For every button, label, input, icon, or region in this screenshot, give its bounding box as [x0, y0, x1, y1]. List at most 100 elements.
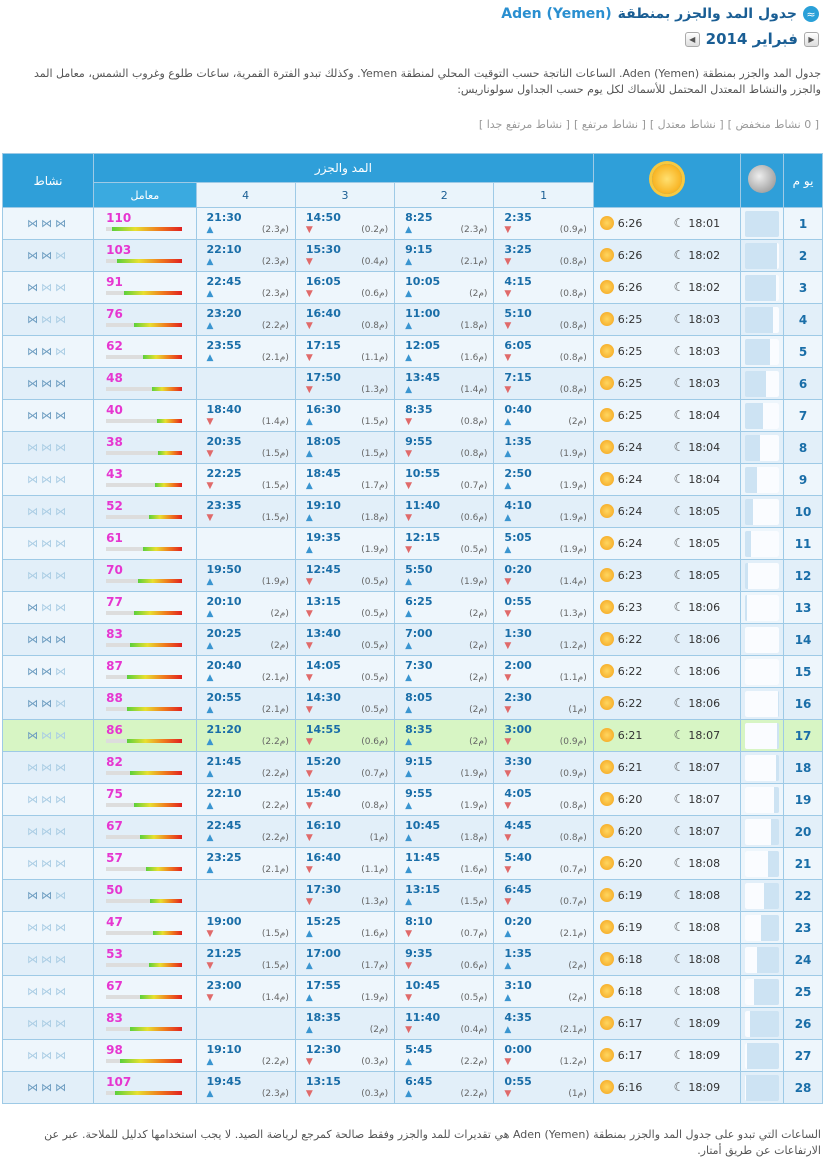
- fish-icon: ⋈: [27, 889, 42, 902]
- sun-times: 6:26 ☾ 18:02: [592, 271, 742, 304]
- fish-icon: ⋈: [27, 825, 42, 838]
- tide-height: (0.9م): [559, 225, 587, 235]
- low-tide-icon: ▼: [405, 1025, 413, 1035]
- tide-cell: 23:35 ▼ (1.5م): [195, 495, 296, 528]
- fish-icon: ⋈: [27, 1081, 42, 1094]
- high-tide-icon: ▲: [405, 577, 413, 587]
- tide-cell: 3:00 ▼ (0.9م): [493, 719, 594, 752]
- high-tide-icon: ▲: [305, 929, 313, 939]
- tide-height: (2.2م): [261, 321, 289, 331]
- sunrise-time: 6:25: [617, 344, 643, 358]
- tide-cell: 17:15 ▼ (1.1م): [294, 335, 396, 368]
- fish-icon: ⋈: [27, 377, 42, 390]
- moon-phase-cell: [740, 687, 785, 720]
- month-nav: ▶ فبراير 2014 ◀: [684, 30, 819, 48]
- low-tide-icon: ▼: [405, 545, 413, 555]
- tide-time: 23:55: [206, 339, 242, 352]
- coef-cell: 86: [93, 719, 197, 752]
- activity-cell: ⋈⋈⋈: [1, 1007, 95, 1040]
- sunset-time: 18:08: [688, 920, 721, 934]
- coef-cell: 61: [93, 527, 197, 560]
- coef-bar: [106, 771, 183, 775]
- table-row: 3 6:26 ☾ 18:02 4:15 ▼ (0.8م) 10:05 ▲ (2م)…: [1, 271, 823, 304]
- low-tide-icon: ▼: [504, 833, 512, 843]
- sunrise: 6:26: [599, 248, 642, 262]
- fish-icon: ⋈: [55, 761, 70, 774]
- tide-time: 8:35: [405, 403, 433, 416]
- coef-value: 75: [106, 787, 123, 801]
- sun-times: 6:24 ☾ 18:04: [592, 431, 742, 464]
- moon-phase-icon: [745, 658, 780, 685]
- tide-cell: 14:55 ▼ (0.6م): [294, 719, 396, 752]
- fish-icon: ⋈: [27, 857, 42, 870]
- tide-height: (1.1م): [361, 353, 389, 363]
- high-tide-icon: ▲: [206, 321, 214, 331]
- next-month-button[interactable]: ▶: [804, 31, 819, 47]
- tide-cell: 19:45 ▲ (2.3م): [195, 1071, 296, 1104]
- low-tide-icon: ▼: [206, 961, 214, 971]
- tide-height: (1.7م): [361, 961, 389, 971]
- sunset-time: 18:08: [688, 888, 721, 902]
- fish-icon: ⋈: [55, 505, 70, 518]
- tide-time: 18:45: [305, 467, 341, 480]
- coef-cell: 53: [93, 943, 197, 976]
- moon-icon: ☾: [673, 440, 685, 454]
- moon-phase-cell: [740, 1007, 785, 1040]
- tide-height: (1.9م): [460, 577, 488, 587]
- tide-cell: 1:35 ▲ (2م): [493, 943, 594, 976]
- tide-time: 21:45: [206, 755, 242, 768]
- high-tide-icon: ▲: [206, 225, 214, 235]
- moon-phase-cell: [740, 879, 785, 912]
- moon-phase-icon: [745, 978, 780, 1005]
- sunset: ☾ 18:06: [674, 632, 720, 646]
- high-tide-icon: ▲: [206, 769, 214, 779]
- moon-icon: ☾: [673, 600, 685, 614]
- tide-time: 7:30: [405, 659, 433, 672]
- tide-cell: 13:40 ▼ (0.5م): [294, 623, 396, 656]
- tide-height: (1.9م): [361, 993, 389, 1003]
- table-row: 25 6:18 ☾ 18:08 3:10 ▲ (2م) 10:45 ▼ (0.5م…: [1, 975, 823, 1008]
- high-tide-icon: ▲: [206, 1057, 214, 1067]
- coef-bar: [106, 451, 183, 455]
- tide-time: 1:35: [504, 947, 532, 960]
- tide-time: 6:45: [504, 883, 532, 896]
- sunset-time: 18:07: [688, 824, 721, 838]
- tide-height: (1.9م): [559, 449, 587, 459]
- high-tide-icon: ▲: [206, 609, 214, 619]
- tide-height: (1.6م): [460, 353, 488, 363]
- activity-cell: ⋈⋈⋈: [1, 399, 95, 432]
- tide-height: (0.7م): [559, 865, 587, 875]
- tide-time: 2:50: [504, 467, 532, 480]
- sunset-time: 18:06: [688, 664, 721, 678]
- high-tide-icon: ▲: [305, 545, 313, 555]
- tide-cell: 21:30 ▲ (2.3م): [195, 207, 296, 240]
- moon-icon: ☾: [673, 280, 685, 294]
- low-tide-icon: ▼: [305, 897, 313, 907]
- tide-time: 22:25: [206, 467, 242, 480]
- moon-phase-icon: [745, 722, 780, 749]
- fish-icon: ⋈: [41, 697, 56, 710]
- tide-time: 1:35: [504, 435, 532, 448]
- tide-time: 17:00: [305, 947, 341, 960]
- fish-icon: ⋈: [41, 377, 56, 390]
- tide-time: 5:45: [405, 1043, 433, 1056]
- page: ≈ جدول المد والجزر بمنطقة Aden (Yemen) ▶…: [0, 0, 827, 1169]
- moon-phase-cell: [740, 719, 785, 752]
- high-tide-icon: ▲: [405, 385, 413, 395]
- table-row: 12 6:23 ☾ 18:05 0:20 ▼ (1.4م) 5:50 ▲ (1.9…: [1, 559, 823, 592]
- tide-height: (0.8م): [361, 801, 389, 811]
- moon-phase-icon: [745, 818, 780, 845]
- tide-cell: 7:00 ▲ (2م): [394, 623, 495, 656]
- low-tide-icon: ▼: [405, 993, 413, 1003]
- coef-bar: [106, 323, 183, 327]
- prev-month-button[interactable]: ◀: [684, 31, 700, 47]
- tide-cell: 3:25 ▼ (0.8م): [493, 239, 594, 272]
- tide-cell: 5:45 ▲ (2.2م): [394, 1039, 495, 1072]
- tide-cell: 8:05 ▲ (2م): [394, 687, 495, 720]
- legend-moderate: [ نشاط معتدل ]: [649, 118, 724, 131]
- tide-height: (2.1م): [559, 1025, 587, 1035]
- tide-time: 22:10: [206, 243, 242, 256]
- coef-bar: [106, 835, 183, 839]
- moon-icon: ☾: [673, 792, 685, 806]
- sunset-time: 18:06: [688, 696, 721, 710]
